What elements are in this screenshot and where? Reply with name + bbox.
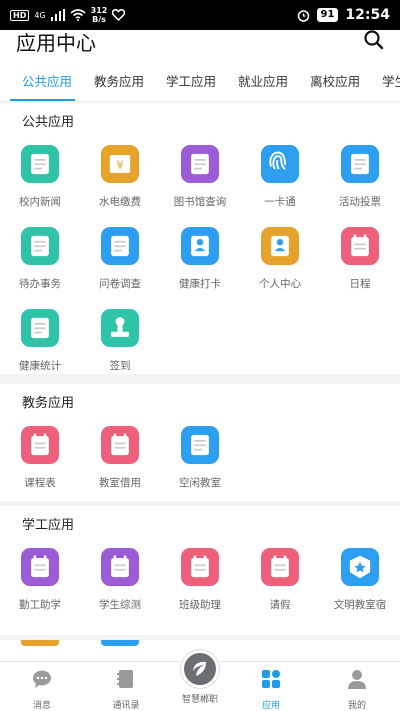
app-label: 问卷调查 xyxy=(99,278,141,290)
schedule-icon xyxy=(21,426,59,464)
app-tile[interactable]: 日程 xyxy=(320,227,400,291)
app-label: 校内新闻 xyxy=(19,196,61,208)
category-tabs: 公共应用 教务应用 学工应用 就业应用 离校应用 学生服务 xyxy=(0,62,400,102)
nav-apps[interactable]: 应用 xyxy=(231,662,311,711)
signal-icon xyxy=(50,9,65,21)
app-tile[interactable]: 文明教室宿 xyxy=(320,548,400,612)
app-tile[interactable]: 个人中心 xyxy=(240,227,320,291)
section-title: 教务应用 xyxy=(22,396,75,411)
app-tile[interactable]: 健康统计 xyxy=(0,309,80,373)
badge-icon xyxy=(341,548,379,586)
alarm-icon xyxy=(297,9,309,22)
svg-text:¥: ¥ xyxy=(116,158,123,172)
app-tile[interactable]: 请假 xyxy=(240,548,320,612)
tab-employment[interactable]: 就业应用 xyxy=(227,62,299,101)
stamp-icon xyxy=(101,309,139,347)
page-title: 应用中心 xyxy=(16,31,96,55)
section-student-affairs-apps: 学工应用 勤工助学 学生综测 班级助理 请假 文明教室宿 xyxy=(0,506,400,635)
work-study-icon xyxy=(21,548,59,586)
app-label: 健康统计 xyxy=(19,360,61,372)
wifi-icon xyxy=(70,9,86,21)
survey-icon xyxy=(101,227,139,265)
app-label: 个人中心 xyxy=(259,278,301,290)
app-label: 水电缴费 xyxy=(99,196,141,208)
tab-student-affairs[interactable]: 学工应用 xyxy=(155,62,227,101)
nav-home-label: 智慧郴职 xyxy=(181,695,218,705)
home-logo-icon xyxy=(193,661,206,676)
app-label: 图书馆查询 xyxy=(173,196,227,208)
app-label: 签到 xyxy=(109,360,131,372)
app-tile[interactable]: 学生综测 xyxy=(80,548,160,612)
tab-graduation[interactable]: 离校应用 xyxy=(299,62,371,101)
app-tile[interactable]: ¥ 水电缴费 xyxy=(80,145,160,209)
contacts-icon xyxy=(117,670,133,688)
section-title: 学工应用 xyxy=(22,518,75,533)
todo-icon xyxy=(21,227,59,265)
app-tile[interactable]: 勤工助学 xyxy=(0,548,80,612)
app-tile[interactable]: 课程表 xyxy=(0,426,80,490)
library-icon xyxy=(181,145,219,183)
app-tile[interactable]: 班级助理 xyxy=(160,548,240,612)
network-speed: 312 B/s xyxy=(90,6,108,24)
vote-icon xyxy=(341,145,379,183)
profile-icon xyxy=(348,670,366,689)
personal-center-icon xyxy=(261,227,299,265)
tab-public[interactable]: 公共应用 xyxy=(0,62,83,101)
app-tile[interactable]: 活动投票 xyxy=(320,145,400,209)
app-tile[interactable]: 空闲教室 xyxy=(160,426,240,490)
free-classroom-icon xyxy=(181,426,219,464)
app-label: 一卡通 xyxy=(264,196,296,208)
tab-student-service[interactable]: 学生服务 xyxy=(371,62,400,101)
app-tile[interactable]: 图书馆查询 xyxy=(160,145,240,209)
app-label: 日程 xyxy=(349,278,371,290)
nav-messages[interactable]: 消息 xyxy=(2,662,82,711)
app-tile[interactable]: 一卡通 xyxy=(240,145,320,209)
app-label: 教室借用 xyxy=(99,477,141,489)
app-label: 班级助理 xyxy=(179,599,221,611)
hd-indicator: HD xyxy=(10,9,30,21)
nav-home-center-button[interactable] xyxy=(181,650,219,688)
app-tile[interactable]: 教室借用 xyxy=(80,426,160,490)
health-checkin-icon xyxy=(181,227,219,265)
classroom-borrow-icon xyxy=(101,426,139,464)
clock: 12:54 xyxy=(345,7,390,23)
app-label: 活动投票 xyxy=(339,196,381,208)
message-icon xyxy=(33,670,51,688)
app-tile[interactable]: 签到 xyxy=(80,309,160,373)
section-title: 公共应用 xyxy=(22,115,75,130)
nav-contacts[interactable]: 通讯录 xyxy=(86,662,166,711)
app-tile[interactable]: 问卷调查 xyxy=(80,227,160,291)
tab-academic[interactable]: 教务应用 xyxy=(83,62,155,101)
news-icon xyxy=(21,145,59,183)
app-tile[interactable]: 健康打卡 xyxy=(160,227,240,291)
status-bar: HD 4G 312 B/s 91 12:54 xyxy=(0,0,400,30)
app-label: 文明教室宿 xyxy=(333,599,387,611)
app-header: 应用中心 xyxy=(0,30,400,62)
health-stats-icon xyxy=(21,309,59,347)
evaluation-icon xyxy=(101,548,139,586)
payment-icon: ¥ xyxy=(101,145,139,183)
apps-icon xyxy=(262,670,280,688)
app-label: 学生综测 xyxy=(99,599,141,611)
app-tile[interactable]: 校内新闻 xyxy=(0,145,80,209)
app-label: 健康打卡 xyxy=(179,278,221,290)
app-label: 勤工助学 xyxy=(19,599,61,611)
battery-level: 91 xyxy=(316,8,339,22)
section-public-apps: 公共应用 校内新闻 ¥ 水电缴费 图书馆查询 一卡通 活动投票待办事务 问卷调查 健康打卡 个人… xyxy=(0,103,400,374)
heart-icon xyxy=(112,9,126,21)
app-label: 课程表 xyxy=(24,477,56,489)
nav-profile[interactable]: 我的 xyxy=(317,662,397,711)
leave-icon xyxy=(261,548,299,586)
app-label: 空闲教室 xyxy=(179,477,221,489)
search-icon[interactable] xyxy=(362,28,386,52)
fingerprint-icon xyxy=(261,145,299,183)
class-assistant-icon xyxy=(181,548,219,586)
app-label: 请假 xyxy=(269,599,291,611)
app-label: 待办事务 xyxy=(19,278,61,290)
section-academic-apps: 教务应用 课程表 教室借用 空闲教室 xyxy=(0,384,400,501)
calendar-icon xyxy=(341,227,379,265)
network-type: 4G xyxy=(34,10,46,20)
app-tile[interactable]: 待办事务 xyxy=(0,227,80,291)
